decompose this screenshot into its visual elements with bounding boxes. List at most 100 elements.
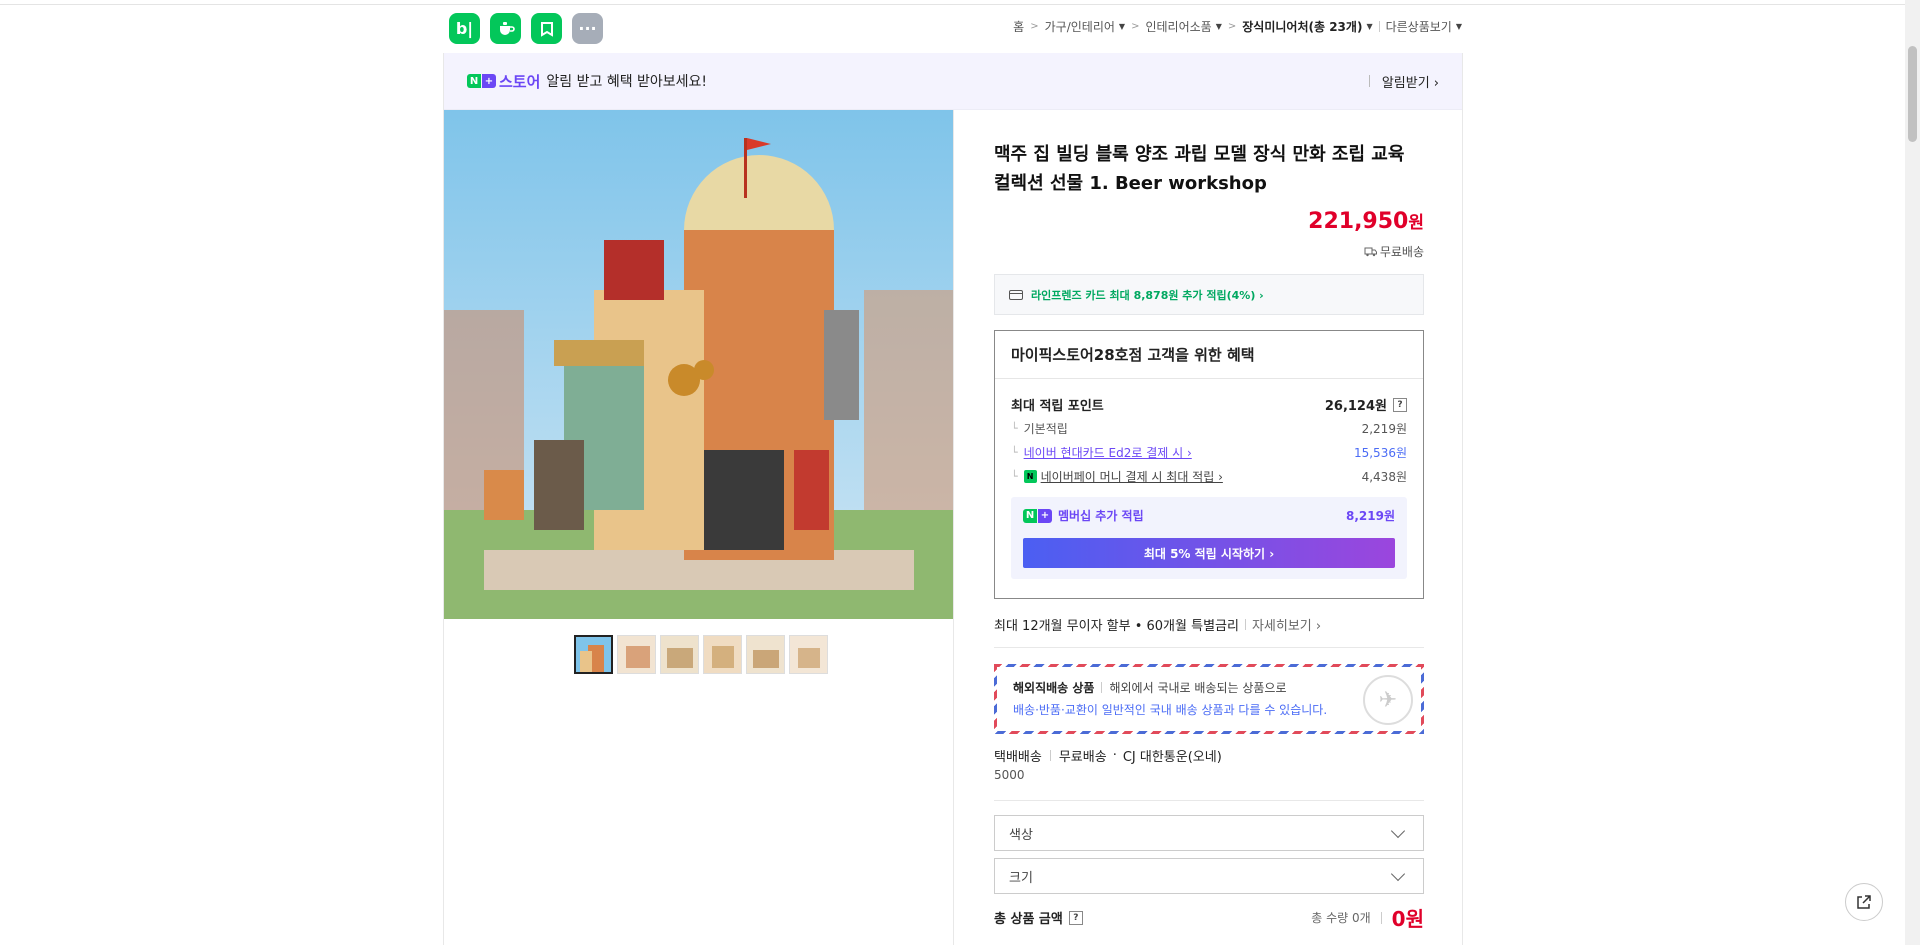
benefit-value: 15,536원 [1353, 446, 1407, 460]
store-benefit-box: 마이픽스토어28호점 고객을 위한 혜택 최대 적립 포인트 26,124원? … [994, 330, 1424, 599]
airplane-stamp-icon: ✈ [1363, 675, 1413, 725]
delivery-info: 택배배송 무료배송 · CJ 대한통운(오네) [994, 746, 1424, 765]
blog-icon-label: b| [455, 19, 474, 38]
thumbnail-2[interactable] [617, 635, 656, 674]
benefit-label: 기본적립 [1023, 422, 1068, 436]
overseas-inner: 해외직배송 상품 해외에서 국내로 배송되는 상품으로 배송·반품·교환이 일반적… [997, 667, 1421, 731]
thumbnail-image [618, 636, 655, 673]
total-price-row: 총 상품 금액? 총 수량 0개 0원 [994, 903, 1424, 932]
more-icon[interactable]: ··· [572, 13, 603, 44]
divider [1368, 75, 1370, 87]
alarm-text: 알림 받고 혜택 받아보세요! [546, 74, 708, 90]
price-value: 221,950 [1308, 209, 1409, 234]
membership-row: N + 멤버십 추가 적립 8,219원 [1023, 507, 1395, 524]
store-alarm-bar: N + 스토어 알림 받고 혜택 받아보세요! 알림받기 › [444, 53, 1462, 110]
nplus-plus: + [1038, 508, 1052, 523]
help-icon[interactable]: ? [1068, 910, 1083, 925]
benefit-npay-link[interactable]: 네이버페이 머니 결제 시 최대 적립 › [1041, 468, 1223, 485]
overseas-line1: 해외직배송 상품 해외에서 국내로 배송되는 상품으로 [1013, 679, 1405, 696]
color-select[interactable]: 색상 [994, 815, 1424, 851]
product-info-panel: 맥주 집 빌딩 블록 양조 과립 모델 장식 만화 조립 교육 컬렉션 선물 1… [953, 110, 1464, 945]
benefit-value: 2,219원 [1361, 422, 1407, 436]
divider [994, 647, 1424, 648]
overseas-note: 배송·반품·교환이 일반적인 국내 배송 상품과 다를 수 있습니다. [1013, 703, 1328, 717]
max-point-label: 최대 적립 포인트 [1011, 399, 1104, 414]
breadcrumb-cat2[interactable]: 인테리어소품 [1145, 18, 1211, 35]
breadcrumb-count: (총 23개) [1308, 20, 1363, 34]
total-qty: 총 수량 0개 [1311, 911, 1371, 925]
share-button[interactable] [1845, 883, 1883, 921]
help-icon[interactable]: ? [1393, 397, 1407, 412]
breadcrumb-other[interactable]: 다른상품보기 [1386, 18, 1452, 35]
thumbnail-6[interactable] [789, 635, 828, 674]
thumbnail-5[interactable] [746, 635, 785, 674]
nplus-logo-icon: N + [467, 74, 496, 88]
benefit-row-npay: └ N 네이버페이 머니 결제 시 최대 적립 › 4,438원 [1011, 468, 1407, 485]
more-icon-label: ··· [578, 19, 597, 38]
caret-down-icon[interactable]: ▼ [1366, 22, 1372, 31]
alarm-left: N + 스토어 알림 받고 혜택 받아보세요! [467, 71, 707, 92]
breadcrumb-sep-icon: > [1030, 21, 1039, 32]
max-point-row: 최대 적립 포인트 26,124원? [1011, 395, 1407, 414]
beer-workshop-image [444, 110, 953, 619]
breadcrumb-cat3[interactable]: 장식미니어처 [1242, 18, 1308, 35]
main-product-image[interactable] [444, 110, 953, 619]
delivery-fee-note: 5000 [994, 768, 1025, 782]
membership-start-button[interactable]: 최대 5% 적립 시작하기 › [1023, 538, 1395, 568]
divider [1378, 21, 1380, 32]
blog-icon[interactable]: b| [449, 13, 480, 44]
divider [994, 800, 1424, 801]
max-point-value-wrap: 26,124원? [1325, 395, 1407, 414]
breadcrumb-sep-icon: > [1227, 21, 1237, 32]
size-select[interactable]: 크기 [994, 858, 1424, 894]
overseas-shipping-notice: 해외직배송 상품 해외에서 국내로 배송되는 상품으로 배송·반품·교환이 일반적… [994, 664, 1424, 734]
caret-down-icon[interactable]: ▼ [1456, 22, 1462, 31]
benefit-label-wrap: └ N 네이버페이 머니 결제 시 최대 적립 › [1011, 468, 1223, 485]
divider [1101, 682, 1103, 693]
product-container: N + 스토어 알림 받고 혜택 받아보세요! 알림받기 › 맥주 집 빌딩 블… [443, 53, 1463, 945]
thumbnail-image [747, 636, 784, 673]
shipping-label: 무료배송 [1379, 245, 1424, 259]
divider [1049, 750, 1051, 761]
thumbnail-image [790, 636, 827, 673]
share-icon [1857, 895, 1871, 909]
membership-label-wrap: N + 멤버십 추가 적립 [1023, 507, 1144, 524]
truck-icon [1364, 247, 1377, 257]
thumbnail-1[interactable] [574, 635, 613, 674]
benefit-head: 마이픽스토어28호점 고객을 위한 혜택 [995, 331, 1423, 379]
nplus-logo-icon: N + [1023, 508, 1052, 523]
caret-down-icon[interactable]: ▼ [1119, 22, 1125, 31]
scrollbar-thumb[interactable] [1908, 46, 1917, 142]
top-border [0, 0, 1920, 5]
delivery-fee: 무료배송 [1058, 750, 1107, 765]
caret-down-icon[interactable]: ▼ [1216, 22, 1222, 31]
thumbnail-4[interactable] [703, 635, 742, 674]
card-offer[interactable]: 라인프렌즈 카드 최대 8,878원 추가 적립(4%) › [994, 274, 1424, 315]
store-word: 스토어 [499, 72, 541, 91]
installment-more-link[interactable]: 자세히보기 › [1252, 615, 1321, 634]
total-label-wrap: 총 상품 금액? [994, 908, 1083, 927]
product-title: 맥주 집 빌딩 블록 양조 과립 모델 장식 만화 조립 교육 컬렉션 선물 1… [994, 144, 1405, 194]
total-label: 총 상품 금액 [994, 912, 1063, 927]
benefit-label-wrap: └ 네이버 현대카드 Ed2로 결제 시 › [1011, 444, 1192, 461]
alarm-action[interactable]: 알림받기 › [1368, 72, 1439, 91]
delivery-type: 택배배송 [994, 750, 1042, 765]
breadcrumb-home[interactable]: 홈 [1013, 18, 1024, 35]
cafe-icon[interactable] [490, 13, 521, 44]
installment-info: 최대 12개월 무이자 할부 • 60개월 특별금리 자세히보기 › [994, 615, 1424, 634]
divider [1380, 911, 1382, 924]
benefit-card-link[interactable]: 네이버 현대카드 Ed2로 결제 시 › [1024, 444, 1192, 461]
membership-value: 8,219원 [1346, 509, 1395, 523]
thumbnail-strip [574, 635, 828, 674]
breadcrumb-cat1[interactable]: 가구/인테리어 [1045, 18, 1115, 35]
installment-text: 최대 12개월 무이자 할부 • 60개월 특별금리 [994, 618, 1239, 634]
color-select-label: 색상 [1009, 827, 1033, 843]
npay-icon: N [1023, 470, 1037, 483]
dot-separator: · [1112, 748, 1117, 763]
scrollbar[interactable] [1905, 0, 1920, 945]
chevron-down-icon [1390, 823, 1406, 838]
thumbnail-3[interactable] [660, 635, 699, 674]
overseas-title: 해외직배송 상품 [1013, 681, 1095, 695]
bookmark-icon[interactable] [531, 13, 562, 44]
nplus-n: N [1023, 508, 1037, 523]
